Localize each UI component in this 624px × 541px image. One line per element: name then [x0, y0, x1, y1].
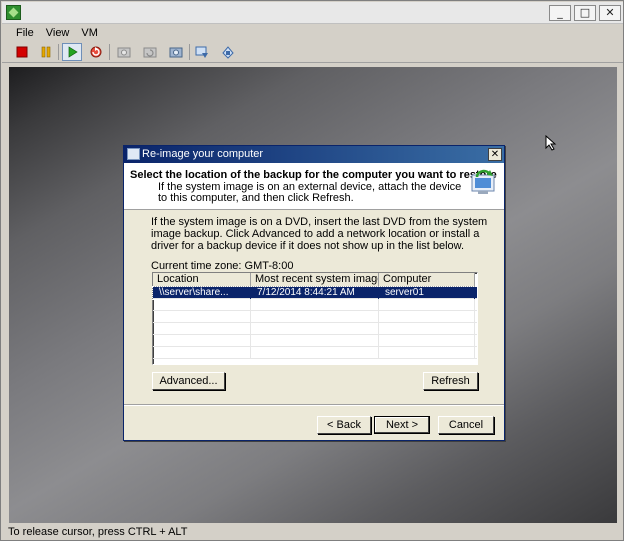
toolbar-separator — [109, 44, 110, 60]
full-screen-icon — [195, 46, 208, 58]
table-row — [153, 299, 477, 311]
reset-icon — [90, 46, 102, 58]
cancel-button[interactable]: Cancel — [438, 416, 494, 434]
list-header: Location Most recent system image Comput… — [153, 273, 477, 287]
dialog-title: Re-image your computer — [142, 148, 264, 160]
full-screen-button[interactable] — [192, 43, 212, 61]
stop-icon — [16, 46, 28, 58]
image-date-cell: 7/12/2014 8:44:21 AM — [251, 287, 379, 299]
computer-icon — [127, 148, 140, 160]
play-icon — [68, 46, 78, 58]
power-off-button[interactable] — [12, 43, 32, 61]
next-button[interactable]: Next > — [374, 416, 430, 434]
menu-vm[interactable]: VM — [75, 25, 104, 41]
table-row[interactable]: \\server\share... 7/12/2014 8:44:21 AM s… — [152, 286, 478, 300]
timezone-label: Current time zone: GMT-8:00 — [151, 260, 294, 272]
column-computer[interactable]: Computer — [379, 273, 475, 287]
column-recent-image[interactable]: Most recent system image — [251, 273, 379, 287]
menu-file[interactable]: File — [10, 25, 40, 41]
backup-list[interactable]: Location Most recent system image Comput… — [152, 272, 478, 365]
window-controls: _ □ ✕ — [549, 5, 621, 21]
computer-cell: server01 — [379, 287, 475, 299]
maximize-button[interactable]: □ — [574, 5, 596, 21]
vm-window: _ □ ✕ File View VM Re-image your compute… — [0, 0, 624, 541]
vmware-app-icon — [6, 5, 21, 20]
revert-snapshot-icon — [143, 47, 157, 58]
snapshot-manager-icon — [169, 47, 183, 58]
unity-button[interactable] — [218, 43, 238, 61]
minimize-button[interactable]: _ — [549, 5, 571, 21]
column-location[interactable]: Location — [153, 273, 251, 287]
table-row — [153, 323, 477, 335]
table-row — [153, 335, 477, 347]
table-row — [153, 311, 477, 323]
reimage-dialog: Re-image your computer ✕ Select the loca… — [123, 145, 505, 441]
toolbar-separator — [58, 44, 59, 60]
dialog-title-bar: Re-image your computer ✕ — [124, 146, 504, 163]
mouse-cursor-icon — [545, 135, 557, 151]
dialog-close-button[interactable]: ✕ — [488, 148, 502, 161]
snapshot-button[interactable] — [114, 43, 134, 61]
refresh-button[interactable]: Refresh — [423, 372, 478, 390]
dialog-heading: Select the location of the backup for th… — [130, 169, 497, 181]
dialog-description: If the system image is on a DVD, insert … — [151, 216, 488, 252]
pause-button[interactable] — [36, 43, 56, 61]
unity-icon — [222, 46, 234, 59]
dialog-divider — [124, 404, 504, 406]
power-on-button[interactable] — [62, 43, 82, 61]
dialog-subtext: If the system image is on an external de… — [158, 181, 462, 204]
menu-bar: File View VM — [2, 25, 623, 41]
table-row — [153, 347, 477, 359]
back-button[interactable]: < Back — [317, 416, 371, 434]
menu-view[interactable]: View — [40, 25, 76, 41]
toolbar — [2, 41, 623, 63]
location-cell: \\server\share... — [153, 287, 251, 299]
snapshot-manager-button[interactable] — [166, 43, 186, 61]
snapshot-icon — [117, 47, 131, 58]
close-button[interactable]: ✕ — [599, 5, 621, 21]
reset-button[interactable] — [86, 43, 106, 61]
revert-snapshot-button[interactable] — [140, 43, 160, 61]
toolbar-separator — [189, 44, 190, 60]
dialog-header: Select the location of the backup for th… — [124, 163, 504, 210]
status-bar: To release cursor, press CTRL + ALT — [2, 525, 623, 540]
title-bar: _ □ ✕ — [2, 2, 623, 24]
advanced-button[interactable]: Advanced... — [152, 372, 225, 390]
pause-icon — [41, 46, 51, 58]
backup-restore-icon — [471, 169, 495, 194]
